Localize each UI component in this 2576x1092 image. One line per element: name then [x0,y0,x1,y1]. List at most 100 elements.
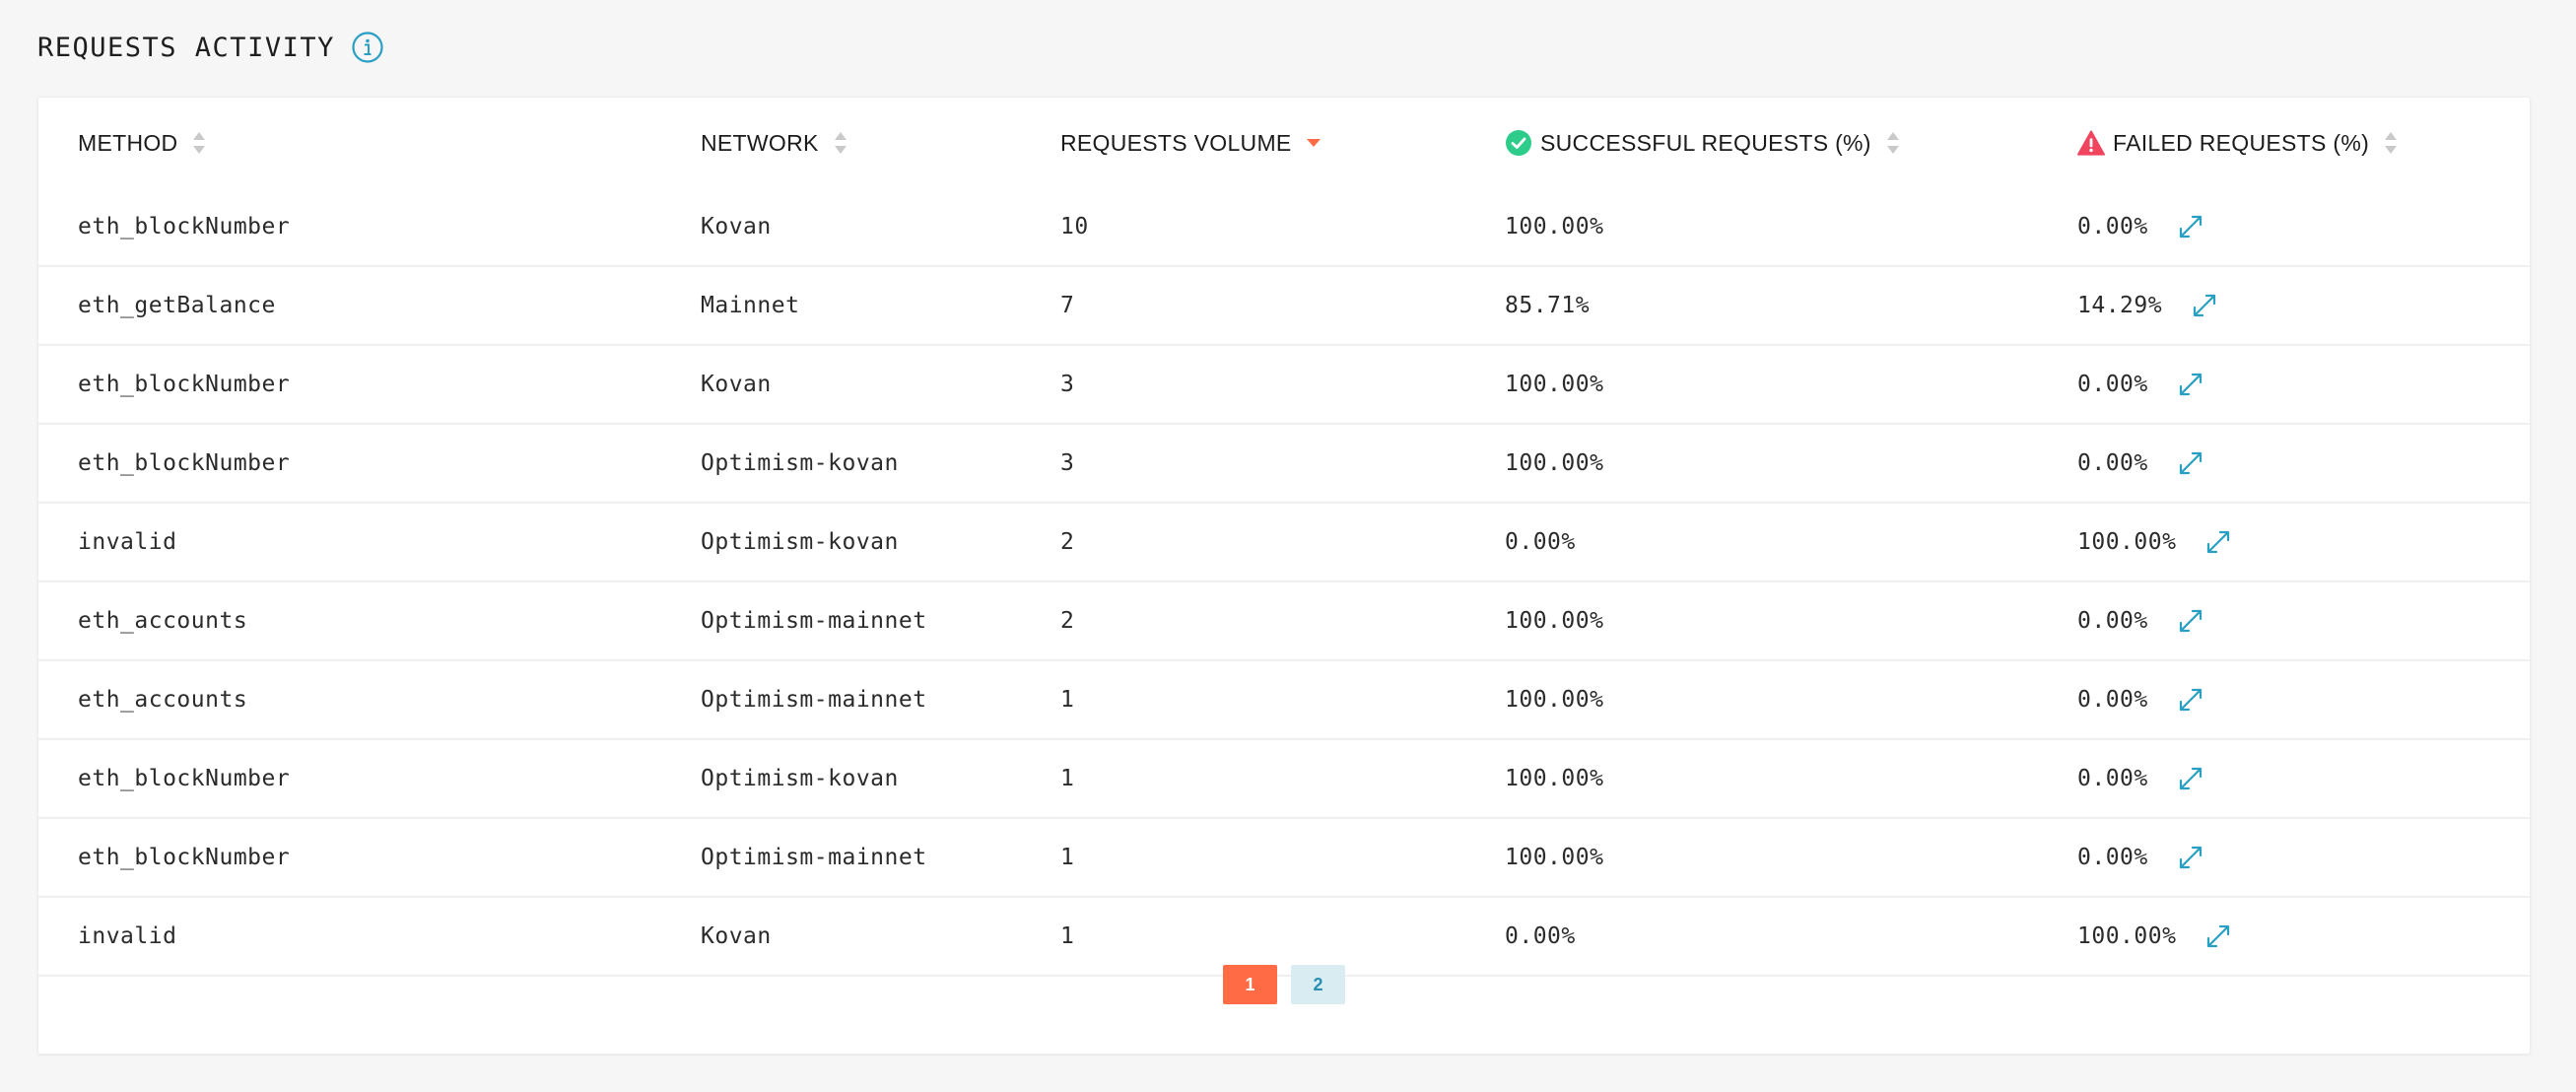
column-header-requests-volume[interactable]: REQUESTS VOLUME [1060,98,1322,188]
table-row: eth_blockNumber Kovan 3 100.00% 0.00% [38,346,2530,425]
failed-cell: 0.00% [2077,845,2148,870]
network-cell: Optimism-mainnet [701,845,927,870]
column-header-network[interactable]: NETWORK [701,98,848,188]
success-cell: 85.71% [1505,293,1591,318]
method-cell: eth_accounts [78,687,248,713]
sort-icon[interactable] [191,130,207,156]
volume-cell: 2 [1060,608,1075,634]
success-cell: 0.00% [1505,923,1576,949]
volume-cell: 1 [1060,845,1075,870]
failed-cell-wrap: 0.00% [2077,661,2205,738]
volume-cell: 2 [1060,529,1075,555]
method-cell: eth_blockNumber [78,372,291,397]
table-row: eth_blockNumber Optimism-mainnet 1 100.0… [38,819,2530,898]
sort-icon[interactable] [833,130,848,156]
failed-cell-wrap: 0.00% [2077,425,2205,502]
volume-cell: 1 [1060,687,1075,713]
column-header-successful-requests[interactable]: SUCCESSFUL REQUESTS (%) [1505,98,1901,188]
expand-icon[interactable] [2176,685,2205,715]
volume-cell: 1 [1060,766,1075,791]
expand-icon[interactable] [2176,448,2205,478]
table-row: eth_blockNumber Optimism-kovan 3 100.00%… [38,425,2530,504]
failed-cell: 14.29% [2077,293,2163,318]
method-cell: eth_blockNumber [78,450,291,476]
column-label: NETWORK [701,129,819,156]
warning-triangle-icon [2077,129,2105,157]
network-cell: Optimism-mainnet [701,687,927,713]
table-row: eth_accounts Optimism-mainnet 2 100.00% … [38,582,2530,661]
volume-cell: 10 [1060,214,1089,239]
pagination: 1 2 [38,965,2530,1004]
expand-icon[interactable] [2176,764,2205,793]
failed-cell-wrap: 100.00% [2077,898,2233,975]
expand-icon[interactable] [2203,921,2233,951]
column-header-failed-requests[interactable]: FAILED REQUESTS (%) [2077,98,2399,188]
table-row: eth_blockNumber Optimism-kovan 1 100.00%… [38,740,2530,819]
network-cell: Mainnet [701,293,800,318]
table-row: invalid Optimism-kovan 2 0.00% 100.00% [38,504,2530,582]
sort-desc-icon[interactable] [1306,130,1322,156]
failed-cell: 100.00% [2077,923,2177,949]
method-cell: invalid [78,923,177,949]
sort-icon[interactable] [2383,130,2399,156]
success-cell: 100.00% [1505,450,1604,476]
column-label: REQUESTS VOLUME [1060,129,1292,156]
method-cell: eth_blockNumber [78,766,291,791]
success-cell: 0.00% [1505,529,1576,555]
method-cell: invalid [78,529,177,555]
volume-cell: 7 [1060,293,1075,318]
info-circle-icon[interactable] [351,31,384,64]
table-row: eth_blockNumber Kovan 10 100.00% 0.00% [38,188,2530,267]
failed-cell: 0.00% [2077,450,2148,476]
success-cell: 100.00% [1505,608,1604,634]
sort-icon[interactable] [1885,130,1901,156]
expand-icon[interactable] [2176,212,2205,241]
page-button-1[interactable]: 1 [1223,965,1277,1004]
expand-icon[interactable] [2176,606,2205,636]
expand-icon[interactable] [2176,843,2205,872]
network-cell: Optimism-mainnet [701,608,927,634]
column-label: FAILED REQUESTS (%) [2113,129,2370,156]
success-cell: 100.00% [1505,845,1604,870]
failed-cell-wrap: 0.00% [2077,582,2205,659]
section-header: REQUESTS ACTIVITY [37,28,384,67]
network-cell: Optimism-kovan [701,529,899,555]
method-cell: eth_getBalance [78,293,276,318]
failed-cell: 0.00% [2077,687,2148,713]
page-button-2[interactable]: 2 [1291,965,1345,1004]
network-cell: Optimism-kovan [701,450,899,476]
failed-cell-wrap: 0.00% [2077,188,2205,265]
network-cell: Kovan [701,372,772,397]
method-cell: eth_blockNumber [78,214,291,239]
network-cell: Kovan [701,923,772,949]
column-header-method[interactable]: METHOD [78,98,207,188]
check-circle-icon [1505,129,1532,157]
failed-cell-wrap: 0.00% [2077,740,2205,817]
network-cell: Optimism-kovan [701,766,899,791]
table-body: eth_blockNumber Kovan 10 100.00% 0.00% e… [38,188,2530,977]
method-cell: eth_blockNumber [78,845,291,870]
failed-cell: 0.00% [2077,608,2148,634]
failed-cell: 0.00% [2077,766,2148,791]
expand-icon[interactable] [2176,370,2205,399]
failed-cell-wrap: 100.00% [2077,504,2233,580]
requests-activity-card: METHOD NETWORK REQUESTS VOLUME SUCCESSFU… [37,97,2531,1055]
success-cell: 100.00% [1505,766,1604,791]
failed-cell-wrap: 0.00% [2077,819,2205,896]
volume-cell: 3 [1060,450,1075,476]
column-label: METHOD [78,129,178,156]
failed-cell: 100.00% [2077,529,2177,555]
table-row: eth_accounts Optimism-mainnet 1 100.00% … [38,661,2530,740]
success-cell: 100.00% [1505,214,1604,239]
expand-icon[interactable] [2190,291,2219,320]
method-cell: eth_accounts [78,608,248,634]
expand-icon[interactable] [2203,527,2233,557]
section-title: REQUESTS ACTIVITY [37,32,335,63]
table-row: eth_getBalance Mainnet 7 85.71% 14.29% [38,267,2530,346]
volume-cell: 1 [1060,923,1075,949]
volume-cell: 3 [1060,372,1075,397]
failed-cell-wrap: 14.29% [2077,267,2219,344]
network-cell: Kovan [701,214,772,239]
table-header: METHOD NETWORK REQUESTS VOLUME SUCCESSFU… [38,98,2530,188]
failed-cell: 0.00% [2077,214,2148,239]
